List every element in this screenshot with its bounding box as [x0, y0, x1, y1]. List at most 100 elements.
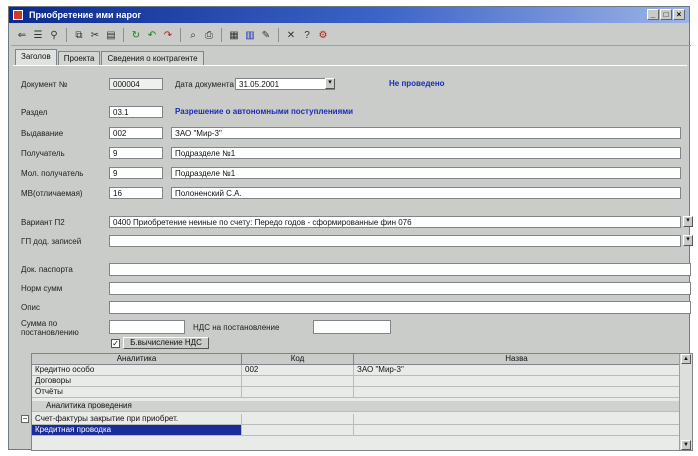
supplier-name-field[interactable]: ЗАО "Мир-3": [171, 127, 681, 139]
undo-icon[interactable]: ↶: [145, 28, 159, 42]
basis-label: Док. паспорта: [21, 265, 73, 274]
paste-icon[interactable]: ▤: [104, 28, 118, 42]
grid-row[interactable]: Отчёты: [32, 387, 680, 398]
grid-cell: [354, 376, 680, 386]
grid-group-row[interactable]: Аналитика проведения: [32, 401, 680, 412]
doc-number-field[interactable]: 000004: [109, 78, 163, 90]
help-icon[interactable]: ?: [300, 28, 314, 42]
grid-cell: [354, 425, 680, 435]
mol-name-field[interactable]: Полоненский С.А.: [171, 187, 681, 199]
table-icon[interactable]: ▥: [243, 28, 257, 42]
tools-icon[interactable]: ⚙: [316, 28, 330, 42]
doc-number-label: Документ №: [21, 80, 68, 89]
filter-icon[interactable]: ⚲: [47, 28, 61, 42]
grid-row[interactable]: Кредитно особо 002 ЗАО "Мир-3": [32, 365, 680, 376]
tab-strip: Заголов Проекта Сведения о контрагенте: [15, 49, 205, 65]
mol-label: МВ(отличаемая): [21, 189, 83, 198]
copy-icon[interactable]: ⧉: [72, 28, 86, 42]
section-code-field[interactable]: 03.1: [109, 106, 163, 118]
doc-date-label: Дата документа: [175, 80, 234, 89]
edit-icon[interactable]: ✎: [259, 28, 273, 42]
vat-label: НДС на постановление: [193, 323, 280, 332]
document-form: Документ № 000004 Дата документа 31.05.2…: [13, 65, 693, 349]
grid-cell: Кредитно особо: [32, 365, 242, 375]
vat-checkbox[interactable]: ✓: [111, 339, 120, 348]
grid-group-label: Аналитика проведения: [46, 401, 132, 410]
gp-field[interactable]: [109, 235, 681, 247]
note-field[interactable]: [109, 301, 691, 314]
operation-dropdown-button[interactable]: ▾: [683, 216, 693, 227]
basis-field[interactable]: [109, 263, 691, 276]
gp-dropdown-button[interactable]: ▾: [683, 235, 693, 246]
grid-cell: [242, 414, 354, 424]
grid-row[interactable]: Договоры: [32, 376, 680, 387]
grid-cell: [354, 414, 680, 424]
cut-icon[interactable]: ✂: [88, 28, 102, 42]
grid-cell: Кредитная проводка: [32, 425, 242, 435]
collapse-toggle[interactable]: −: [21, 415, 29, 423]
close-button[interactable]: ×: [673, 9, 685, 20]
maximize-button[interactable]: □: [660, 9, 672, 20]
grid-cell: [242, 425, 354, 435]
col-header-name[interactable]: Назва: [354, 354, 680, 365]
list-icon[interactable]: ☰: [31, 28, 45, 42]
grid-row[interactable]: Счет-фактуры закрытие при приобрет.: [32, 414, 680, 425]
grid-cell: [242, 387, 354, 397]
scroll-up-icon[interactable]: ▲: [681, 354, 691, 364]
toolbar-separator: [180, 28, 181, 42]
vat-field[interactable]: [313, 320, 391, 334]
col-header-code[interactable]: Код: [242, 354, 354, 365]
grid-cell: Счет-фактуры закрытие при приобрет.: [32, 414, 242, 424]
supplier-label: Выдавание: [21, 129, 64, 138]
operation-label: Вариант П2: [21, 218, 65, 227]
place-name-field[interactable]: Подразделе №1: [171, 167, 681, 179]
recipient-name-field[interactable]: Подразделе №1: [171, 147, 681, 159]
status-label: Не проведено: [389, 79, 445, 88]
reason-label: Норм сумм: [21, 284, 63, 293]
place-code-field[interactable]: 9: [109, 167, 163, 179]
place-label: Мол. получатель: [21, 169, 84, 178]
calc-icon[interactable]: ▦: [227, 28, 241, 42]
toolbar-separator: [66, 28, 67, 42]
sum-field[interactable]: [109, 320, 185, 334]
calc-vat-button[interactable]: Б.вычисление НДС: [123, 337, 209, 349]
mol-code-field[interactable]: 16: [109, 187, 163, 199]
redo-icon[interactable]: ↷: [161, 28, 175, 42]
minimize-button[interactable]: _: [647, 9, 659, 20]
app-icon: [13, 10, 23, 20]
scroll-down-icon[interactable]: ▼: [681, 440, 691, 450]
find-icon[interactable]: ⌕: [186, 28, 200, 42]
save-icon[interactable]: ⇐: [15, 28, 29, 42]
grid-scrollbar[interactable]: ▲ ▼: [679, 354, 692, 450]
toolbar: ⇐ ☰ ⚲ ⧉ ✂ ▤ ↻ ↶ ↷ ⌕ ⎙ ▦ ▥ ✎ ✕ ? ⚙: [11, 25, 691, 46]
analytics-grid: Аналитика Код Назва Кредитно особо 002 З…: [31, 353, 693, 451]
grid-cell: Отчёты: [32, 387, 242, 397]
recipient-label: Получатель: [21, 149, 65, 158]
grid-cell: Договоры: [32, 376, 242, 386]
doc-date-field[interactable]: 31.05.2001: [235, 78, 335, 90]
section-label: Раздел: [21, 108, 48, 117]
grid-row-selected[interactable]: Кредитная проводка: [32, 425, 680, 436]
grid-cell: 002: [242, 365, 354, 375]
reason-field[interactable]: [109, 282, 691, 295]
tab-project[interactable]: Проекта: [57, 51, 101, 65]
print-icon[interactable]: ⎙: [202, 28, 216, 42]
section-description: Разрешение о автономными поступлениями: [175, 107, 354, 116]
refresh-icon[interactable]: ↻: [129, 28, 143, 42]
grid-cell: [354, 387, 680, 397]
date-picker-button[interactable]: ▾: [325, 78, 335, 89]
col-header-analytics[interactable]: Аналитика: [32, 354, 242, 365]
grid-cell: ЗАО "Мир-3": [354, 365, 680, 375]
tab-counterparty[interactable]: Сведения о контрагенте: [101, 51, 204, 65]
tab-header[interactable]: Заголов: [15, 49, 57, 65]
window-title: Приобретение ими нарог: [29, 10, 142, 20]
operation-field[interactable]: 0400 Приобретение неиные по счету: Перед…: [109, 216, 681, 228]
supplier-code-field[interactable]: 002: [109, 127, 163, 139]
sum-label: Сумма по постановлению: [21, 319, 79, 337]
title-bar[interactable]: Приобретение ими нарог _ □ ×: [9, 7, 689, 23]
toolbar-separator: [221, 28, 222, 42]
document-window: Приобретение ими нарог _ □ × ⇐ ☰ ⚲ ⧉ ✂ ▤…: [8, 6, 693, 451]
delete-icon[interactable]: ✕: [284, 28, 298, 42]
recipient-code-field[interactable]: 9: [109, 147, 163, 159]
toolbar-separator: [278, 28, 279, 42]
